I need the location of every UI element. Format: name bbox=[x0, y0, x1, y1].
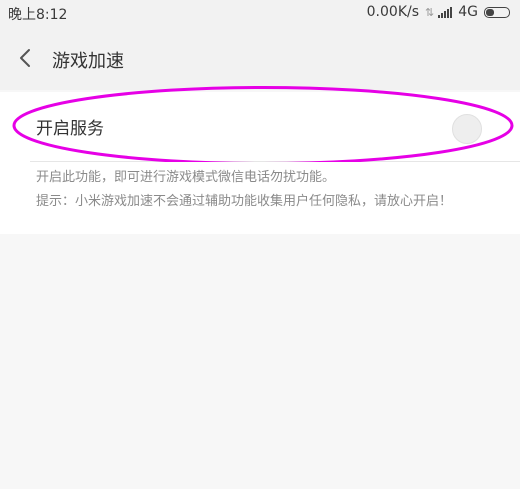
status-bar: 晚上8:12 0.00K/s ⇅ 4G bbox=[0, 0, 520, 26]
data-arrows-icon: ⇅ bbox=[425, 5, 434, 19]
status-time: 晚上8:12 bbox=[8, 7, 68, 23]
status-right: 0.00K/s ⇅ 4G bbox=[367, 4, 510, 20]
battery-icon bbox=[484, 6, 510, 18]
screen: 晚上8:12 0.00K/s ⇅ 4G 游戏加速 开启服务 开启此功能，即可进行… bbox=[0, 0, 520, 489]
empty-area bbox=[0, 234, 520, 489]
network-speed: 0.00K/s bbox=[366, 4, 420, 20]
service-toggle-switch[interactable] bbox=[452, 114, 482, 144]
service-toggle-row[interactable]: 开启服务 bbox=[0, 92, 520, 162]
privacy-notice: 提示：小米游戏加速不会通过辅助功能收集用户任何隐私，请放心开启！ bbox=[36, 194, 453, 209]
description: 开启此功能，即可进行游戏模式微信电话勿扰功能。 提示：小米游戏加速不会通过辅助功… bbox=[0, 162, 520, 234]
service-toggle-label: 开启服务 bbox=[36, 119, 104, 139]
signal-icon bbox=[438, 6, 453, 18]
chevron-left-icon[interactable] bbox=[14, 46, 38, 70]
page-title: 游戏加速 bbox=[52, 51, 124, 72]
title-bar: 游戏加速 bbox=[0, 26, 520, 90]
description-line: 开启此功能，即可进行游戏模式微信电话勿扰功能。 bbox=[36, 170, 336, 185]
network-type: 4G bbox=[458, 4, 478, 20]
